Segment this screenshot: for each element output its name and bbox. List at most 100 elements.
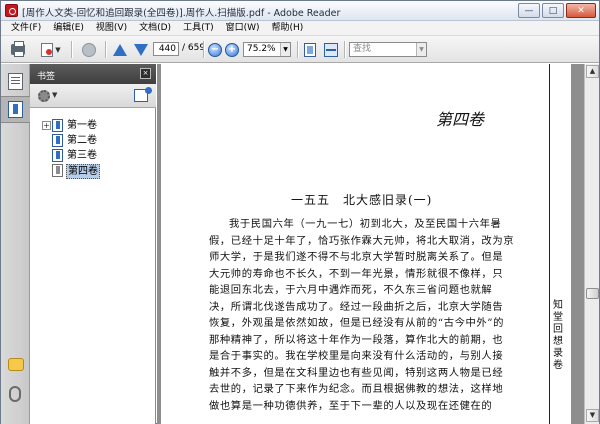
create-pdf-button[interactable]: ▼ (37, 41, 65, 58)
pdf-page[interactable]: 第四卷 一五五 北大感旧录(一) 我于民国六年（一九一七）初到北大，及至民国十六… (161, 64, 571, 424)
menu-document[interactable]: 文档(D) (133, 21, 177, 36)
bookmark-item-volume-4[interactable]: 第四卷 (30, 163, 156, 179)
bookmark-icon (52, 164, 63, 177)
volume-heading: 第四卷 (436, 110, 485, 129)
chevron-down-icon: ▼ (416, 43, 426, 56)
section-heading: 一五五 北大感旧录(一) (291, 193, 433, 207)
text-line: 假，已经十足十年了，恰巧张作霖大元帅，将北大取消，改为京 (209, 234, 515, 247)
zoom-level-value: 75.2% (247, 44, 276, 54)
menu-file[interactable]: 文件(F) (5, 21, 47, 36)
bookmark-item-volume-2[interactable]: 第二卷 (30, 133, 156, 148)
minimize-button[interactable]: — (518, 3, 540, 18)
chevron-down-icon: ▼ (280, 43, 290, 56)
chevron-down-icon: ▼ (55, 45, 61, 54)
bookmarks-toolbar: ▼ (30, 84, 156, 108)
document-view[interactable]: 第四卷 一五五 北大感旧录(一) 我于民国六年（一九一七）初到北大，及至民国十六… (157, 64, 584, 424)
attachment-icon[interactable] (9, 386, 21, 402)
bookmark-list: + 第一卷 第二卷 第三卷 第四卷 (30, 118, 156, 179)
toolbar-divider (105, 41, 106, 58)
bookmark-label-selected: 第四卷 (66, 164, 100, 179)
search-input[interactable]: 查找 ▼ (349, 42, 427, 57)
text-line: 决，所谓北伐遂告成功了。经过一段曲折之后，北京大学随告 (209, 300, 504, 313)
menu-edit[interactable]: 编辑(E) (47, 21, 90, 36)
fit-width-icon (324, 42, 338, 57)
comment-icon[interactable] (8, 358, 24, 371)
scroll-up-button[interactable]: ▲ (586, 65, 599, 78)
bookmarks-panel-header: 书签 × (30, 64, 156, 84)
pages-icon[interactable] (8, 73, 23, 90)
scroll-thumb[interactable] (586, 288, 599, 299)
menu-window[interactable]: 窗口(W) (220, 21, 266, 36)
toolbar-divider (71, 41, 72, 58)
close-panel-button[interactable]: × (140, 68, 151, 79)
text-line: 那种精神了，所以将这十年作为一段落，算作北大的前期，也 (209, 333, 504, 346)
fit-width-button[interactable] (322, 41, 340, 58)
toolbar: ▼ 440 / 659 − + 75.2% ▼ 查找 ▼ (1, 36, 599, 63)
adobe-reader-icon[interactable] (5, 4, 18, 17)
window-controls: — □ ✕ (518, 3, 596, 18)
maximize-button[interactable]: □ (542, 3, 564, 18)
page-body-text: 我于民国六年（一九一七）初到北大，及至民国十六年暑 假，已经十足十年了，恰巧张作… (209, 216, 539, 414)
menu-help[interactable]: 帮助(H) (266, 21, 310, 36)
bookmark-icon (52, 119, 63, 132)
text-line: 做也算是一种功德供养，至于下一辈的人以及现在还健在的 (209, 399, 493, 412)
vertical-scrollbar[interactable]: ▲ ▼ (584, 64, 599, 424)
bookmarks-panel: 书签 × ▼ + 第一卷 第二卷 第三卷 第四卷 (30, 64, 156, 424)
navigation-strip (1, 64, 30, 424)
expand-toggle[interactable]: + (42, 121, 51, 130)
toolbar-divider (297, 41, 298, 58)
bookmark-item-volume-3[interactable]: 第三卷 (30, 148, 156, 163)
arrow-up-icon (113, 43, 127, 56)
fit-page-icon (304, 42, 316, 57)
bookmark-icon (8, 101, 23, 118)
chevron-down-icon: ▼ (52, 91, 58, 99)
text-line: 能退回东北去，于六月中遇炸而死，不久东三省问题也就解 (209, 284, 493, 296)
printer-icon (11, 41, 25, 57)
bookmark-icon (52, 134, 63, 147)
hand-tool-icon (82, 42, 96, 57)
hand-tool-button[interactable] (79, 41, 99, 58)
arrow-down-icon (134, 43, 148, 56)
title-bar[interactable]: [周作人文类-回忆和追回跟录(全四卷)].周作人.扫描版.pdf - Adobe… (1, 1, 599, 21)
menu-bar: 文件(F) 编辑(E) 视图(V) 文档(D) 工具(T) 窗口(W) 帮助(H… (1, 21, 599, 36)
bookmark-icon (52, 149, 63, 162)
menu-tools[interactable]: 工具(T) (177, 21, 220, 36)
print-button[interactable] (9, 41, 27, 58)
adobe-reader-window: [周作人文类-回忆和追回跟录(全四卷)].周作人.扫描版.pdf - Adobe… (0, 0, 600, 424)
toolbar-divider (203, 41, 204, 58)
bookmarks-tab-active[interactable] (1, 96, 30, 123)
text-line: 去世的，记录了下来作为纪念。而且根据佛教的想法，这样地 (209, 383, 504, 395)
create-pdf-icon (41, 42, 54, 57)
bookmark-label: 第三卷 (67, 150, 97, 161)
zoom-in-button[interactable]: + (224, 41, 240, 58)
options-gear-icon[interactable] (38, 90, 50, 102)
zoom-in-icon: + (225, 42, 239, 57)
previous-page-button[interactable] (111, 41, 129, 58)
new-bookmark-icon[interactable] (134, 87, 152, 102)
close-window-button[interactable]: ✕ (566, 3, 596, 18)
zoom-level-select[interactable]: 75.2% ▼ (243, 42, 291, 57)
text-line: 恢复，外观虽是依然如故，但是已经没有从前的“古今中外”的 (209, 317, 505, 329)
margin-rule (549, 64, 550, 424)
window-title: [周作人文类-回忆和追回跟录(全四卷)].周作人.扫描版.pdf - Adobe… (22, 8, 341, 19)
scroll-down-button[interactable]: ▼ (586, 409, 599, 422)
zoom-out-button[interactable]: − (207, 41, 223, 58)
menu-view[interactable]: 视图(V) (90, 21, 133, 36)
text-line: 我于民国六年（一九一七）初到北大，及至民国十六年暑 (229, 218, 502, 230)
page-count: / 659 (182, 43, 206, 53)
text-line: 是合于事实的。我在学校里是向来没有什么活动的，与别人接 (209, 350, 504, 362)
fit-page-button[interactable] (302, 41, 318, 58)
next-page-button[interactable] (132, 41, 150, 58)
bookmark-label: 第二卷 (67, 135, 97, 146)
text-line: 触并不多，但是在文科里边也有些见闻，特别这两人物是已经 (209, 366, 504, 379)
text-line: 大元帅的寿命也不长久，不到一年光景，情形就很不像样，只 (209, 267, 504, 280)
text-line: 师大学，于是我们遂不得不与北京大学暂时脱离关系了。但是 (209, 251, 504, 263)
bookmark-item-volume-1[interactable]: + 第一卷 (30, 118, 156, 133)
bookmark-label: 第一卷 (67, 120, 97, 131)
search-placeholder: 查找 (353, 44, 372, 54)
margin-running-head: 知堂回想录卷 (553, 300, 563, 371)
page-number-input[interactable]: 440 (153, 42, 179, 56)
bookmarks-panel-title: 书签 (37, 72, 56, 82)
zoom-out-icon: − (208, 42, 222, 57)
toolbar-divider (344, 41, 345, 58)
